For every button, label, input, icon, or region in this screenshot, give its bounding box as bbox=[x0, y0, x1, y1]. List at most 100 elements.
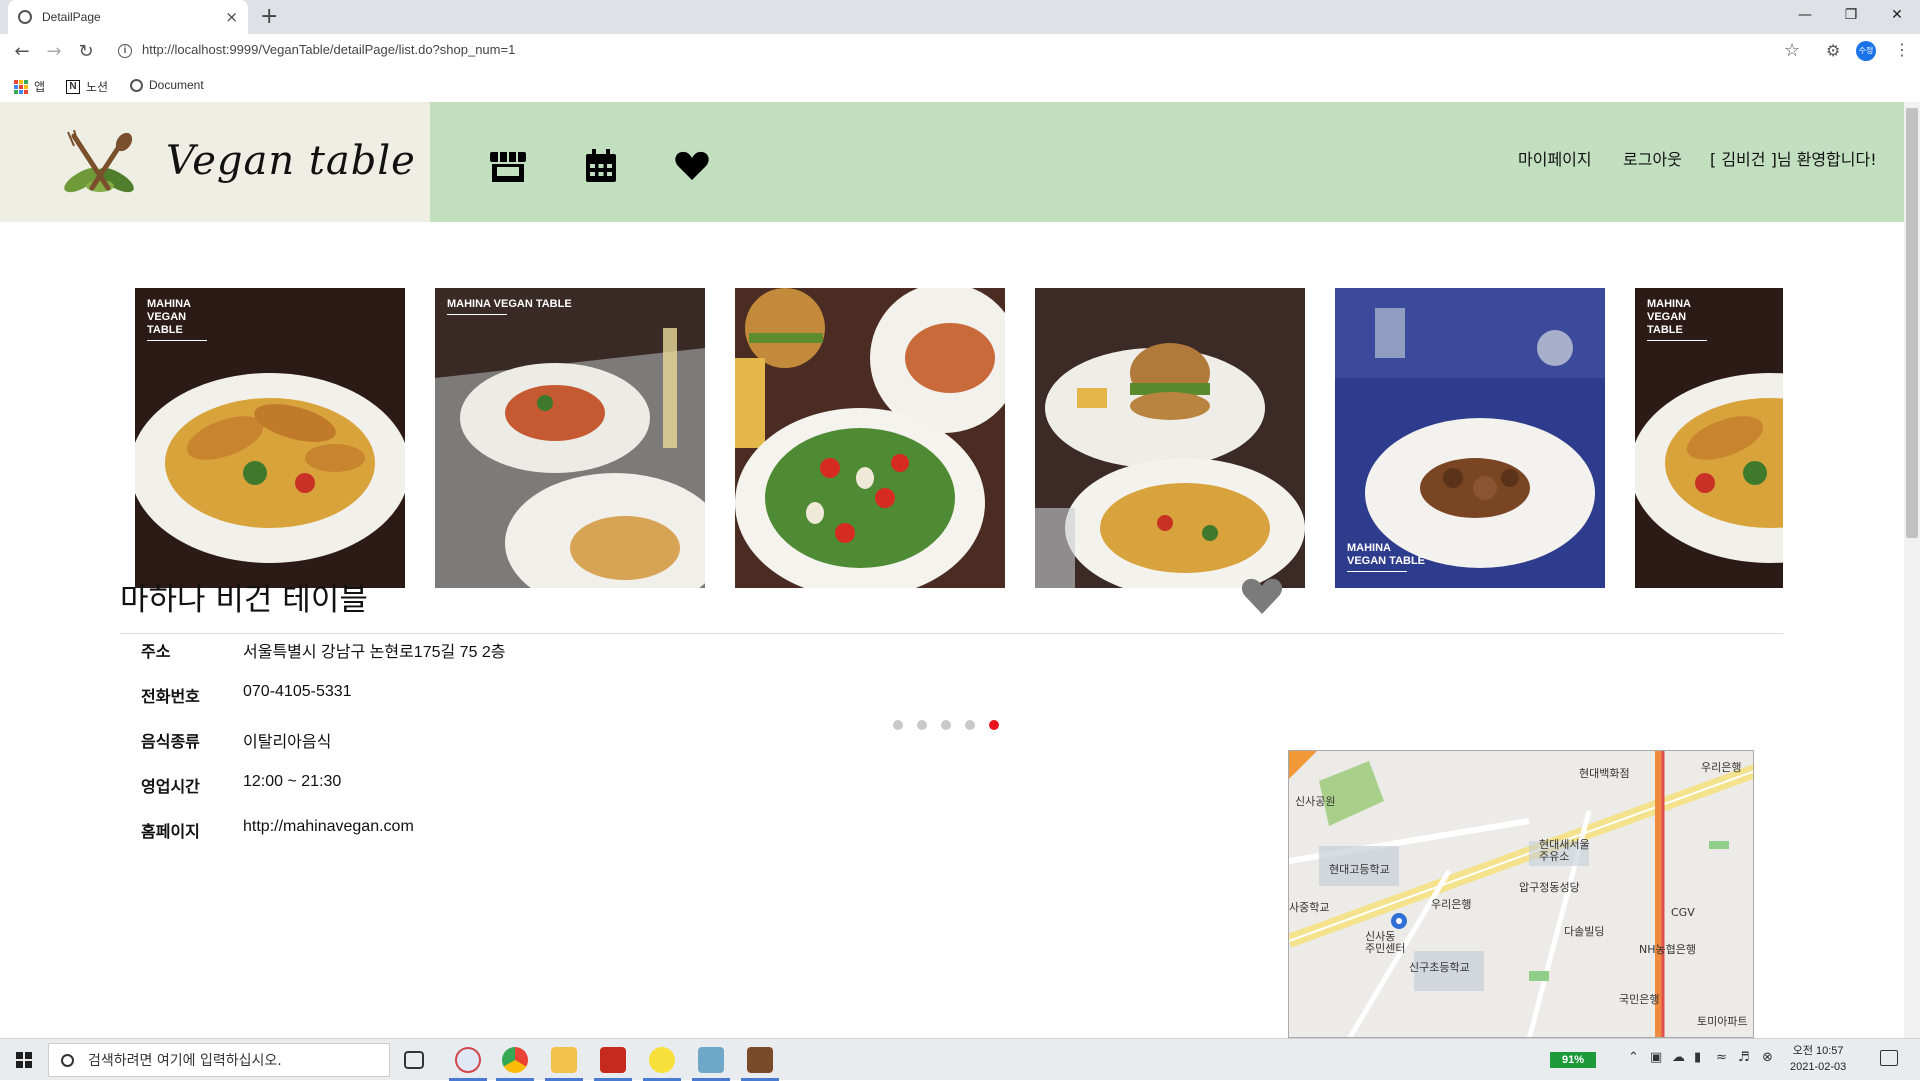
forward-button[interactable]: → bbox=[42, 40, 66, 64]
map-label: 신사동 주민센터 bbox=[1365, 930, 1406, 955]
filezilla-icon[interactable] bbox=[600, 1047, 626, 1073]
info-row-address: 주소 서울특별시 강남구 논현로175길 75 2층 bbox=[141, 638, 506, 662]
info-row-homepage: 홈페이지 http://mahinavegan.com bbox=[141, 818, 414, 842]
store-icon[interactable] bbox=[488, 148, 528, 184]
carousel-dot[interactable] bbox=[893, 720, 903, 730]
map-label: 압구정동성당 bbox=[1519, 881, 1580, 894]
bookmark-notion[interactable]: N 노션 bbox=[66, 78, 108, 95]
minimize-button[interactable]: — bbox=[1782, 0, 1828, 30]
info-label: 음식종류 bbox=[141, 732, 200, 751]
info-value: 070-4105-5331 bbox=[243, 683, 352, 700]
game-app-icon[interactable] bbox=[747, 1047, 773, 1073]
map-label: 우리은행 bbox=[1431, 898, 1472, 911]
info-label: 홈페이지 bbox=[141, 822, 200, 841]
carousel-dot-active[interactable] bbox=[989, 720, 999, 730]
onedrive-icon[interactable]: ☁ bbox=[1672, 1050, 1685, 1065]
task-view-icon[interactable] bbox=[404, 1051, 424, 1069]
image-carousel[interactable]: MAHINA VEGAN TABLE MAHINA VEGAN TABLE MA… bbox=[135, 288, 1783, 588]
carousel-slide[interactable]: MAHINA VEGAN TABLE bbox=[435, 288, 705, 588]
restore-button[interactable]: ❐ bbox=[1828, 0, 1874, 30]
bookmark-apps[interactable]: 앱 bbox=[14, 78, 45, 95]
kakaotalk-icon[interactable] bbox=[649, 1047, 675, 1073]
logo-leaf-icon[interactable] bbox=[52, 130, 148, 200]
map-label: 국민은행 bbox=[1619, 993, 1660, 1006]
info-label: 전화번호 bbox=[141, 687, 200, 706]
info-row-hours: 영업시간 12:00 ~ 21:30 bbox=[141, 773, 341, 797]
homepage-link[interactable]: http://mahinavegan.com bbox=[243, 818, 414, 842]
no-network-icon[interactable]: ⊗ bbox=[1762, 1050, 1773, 1065]
windows-start-icon[interactable] bbox=[16, 1052, 32, 1068]
notification-center-icon[interactable] bbox=[1880, 1050, 1898, 1066]
site-info-icon[interactable]: i bbox=[118, 44, 132, 58]
map-label: 현대백화점 bbox=[1579, 767, 1630, 780]
carousel-slide[interactable]: MAHINA VEGAN TABLE bbox=[1335, 288, 1605, 588]
search-placeholder: 검색하려면 여기에 입력하십시오. bbox=[88, 1053, 282, 1069]
reload-button[interactable]: ↻ bbox=[74, 40, 98, 64]
heart-icon[interactable] bbox=[674, 148, 710, 184]
map-labels: 현대백화점 우리은행 신사공원 현대고등학교 현대새서울 주유소 압구정동성당 … bbox=[1289, 751, 1753, 1037]
bookmark-label: Document bbox=[149, 78, 204, 92]
scrollbar-thumb[interactable] bbox=[1906, 108, 1918, 538]
close-window-button[interactable]: ✕ bbox=[1874, 0, 1920, 30]
carousel-slide[interactable] bbox=[1035, 288, 1305, 588]
tray-chevron-icon[interactable]: ⌃ bbox=[1628, 1050, 1639, 1065]
carousel-dot[interactable] bbox=[917, 720, 927, 730]
address-bar[interactable]: http://localhost:9999/VeganTable/detailP… bbox=[142, 42, 515, 57]
search-icon bbox=[61, 1053, 74, 1067]
clock-time: 오전 10:57 bbox=[1792, 1045, 1844, 1057]
chrome-icon[interactable] bbox=[502, 1047, 528, 1073]
map-label: 현대새서울 주유소 bbox=[1539, 838, 1590, 863]
notion-icon: N bbox=[66, 79, 80, 94]
profile-avatar[interactable]: 수정 bbox=[1856, 41, 1876, 61]
logout-link[interactable]: 로그아웃 bbox=[1623, 146, 1682, 170]
mypage-link[interactable]: 마이페이지 bbox=[1518, 146, 1592, 170]
welcome-text: [ 김비건 ]님 환영합니다! bbox=[1710, 150, 1877, 169]
tab-close-button[interactable]: × bbox=[225, 8, 238, 26]
map-label: NH농협은행 bbox=[1639, 943, 1696, 956]
volume-icon[interactable]: ♬ bbox=[1738, 1050, 1750, 1065]
new-tab-button[interactable]: + bbox=[260, 4, 278, 30]
battery-icon[interactable]: ▮ bbox=[1694, 1050, 1701, 1065]
taskbar-search-input[interactable]: 검색하려면 여기에 입력하십시오. bbox=[48, 1043, 390, 1077]
slide-caption: MAHINA VEGAN TABLE bbox=[447, 298, 572, 315]
browser-menu-icon[interactable]: ⋮ bbox=[1894, 40, 1910, 59]
bookmark-document[interactable]: Document bbox=[130, 78, 204, 92]
notepad-app-icon[interactable] bbox=[698, 1047, 724, 1073]
tab-title: DetailPage bbox=[42, 10, 101, 24]
header-logo-area: Vegan table bbox=[0, 102, 430, 222]
snipping-tool-icon[interactable] bbox=[455, 1047, 481, 1073]
food-photo-salad-burger bbox=[735, 288, 1005, 588]
info-value: 이탈리아음식 bbox=[243, 734, 332, 751]
location-map[interactable]: 현대백화점 우리은행 신사공원 현대고등학교 현대새서울 주유소 압구정동성당 … bbox=[1288, 750, 1754, 1038]
globe-icon bbox=[130, 78, 143, 92]
site-logo-text[interactable]: Vegan table bbox=[166, 138, 416, 184]
map-label: CGV bbox=[1671, 906, 1695, 919]
carousel-dot[interactable] bbox=[965, 720, 975, 730]
taskbar-clock[interactable]: 오전 10:57 2021-02-03 bbox=[1790, 1043, 1846, 1075]
browser-tab[interactable]: DetailPage × bbox=[8, 0, 248, 34]
info-row-food-type: 음식종류 이탈리아음식 bbox=[141, 728, 331, 752]
wifi-icon[interactable]: ≈ bbox=[1716, 1050, 1727, 1065]
bookmark-label: 앱 bbox=[34, 80, 46, 94]
food-photo-burger-pasta bbox=[1035, 288, 1305, 588]
carousel-slide[interactable]: MAHINA VEGAN TABLE bbox=[1635, 288, 1783, 588]
back-button[interactable]: ← bbox=[10, 40, 34, 64]
map-label: 다솔빌딩 bbox=[1564, 925, 1605, 938]
tray-device-icon[interactable]: ▣ bbox=[1650, 1050, 1662, 1065]
extensions-icon[interactable]: ⚙ bbox=[1826, 41, 1840, 60]
file-explorer-icon[interactable] bbox=[551, 1047, 577, 1073]
bookmark-star-icon[interactable]: ☆ bbox=[1784, 40, 1800, 61]
header-nav-area: 마이페이지 로그아웃 [ 김비건 ]님 환영합니다! bbox=[430, 102, 1904, 222]
battery-indicator[interactable]: 91% bbox=[1550, 1052, 1596, 1068]
map-label: 현대고등학교 bbox=[1329, 863, 1390, 876]
info-value: 12:00 ~ 21:30 bbox=[243, 773, 342, 790]
carousel-pagination bbox=[893, 720, 999, 730]
page-content: Vegan table 마이페이지 로그아웃 [ 김비건 ]님 환영합니다! M… bbox=[0, 102, 1904, 1038]
windows-taskbar: 검색하려면 여기에 입력하십시오. 91% ⌃ ▣ ☁ ▮ ≈ ♬ ⊗ 오전 1… bbox=[0, 1038, 1920, 1081]
carousel-slide[interactable]: MAHINA VEGAN TABLE bbox=[135, 288, 405, 588]
carousel-slide[interactable] bbox=[735, 288, 1005, 588]
favorite-heart-icon[interactable] bbox=[1240, 576, 1284, 616]
calendar-icon[interactable] bbox=[584, 148, 618, 184]
carousel-dot[interactable] bbox=[941, 720, 951, 730]
info-label: 영업시간 bbox=[141, 777, 200, 796]
